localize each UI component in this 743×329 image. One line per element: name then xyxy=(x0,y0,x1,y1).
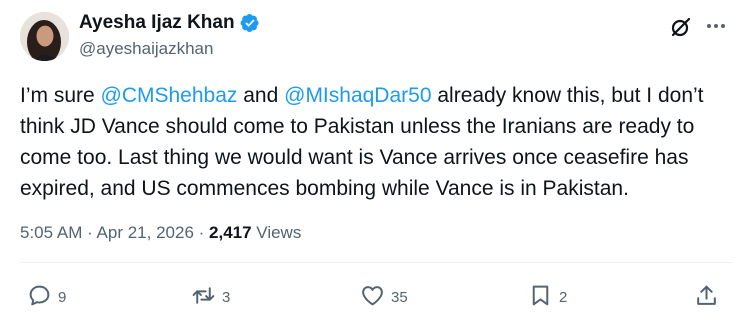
verified-badge-icon xyxy=(240,13,260,33)
tweet-text-part: and xyxy=(237,84,285,107)
views-label: Views xyxy=(256,223,302,242)
mention-link[interactable]: @MIshaqDar50 xyxy=(284,84,431,107)
bookmark-icon xyxy=(528,283,553,312)
action-bar: 9 3 35 2 xyxy=(0,283,743,313)
tweet-date[interactable]: Apr 21, 2026 xyxy=(97,223,194,242)
reply-icon xyxy=(27,283,52,312)
mention-link[interactable]: @CMShehbaz xyxy=(101,84,238,107)
avatar-image xyxy=(20,12,69,61)
like-icon xyxy=(360,283,385,312)
retweet-count: 3 xyxy=(222,289,231,306)
divider xyxy=(20,262,733,263)
meta-separator: · xyxy=(82,223,97,242)
bookmark-button[interactable]: 2 xyxy=(528,283,567,312)
share-button[interactable] xyxy=(694,283,719,312)
tweet-text-part: I’m sure xyxy=(20,84,101,107)
avatar[interactable] xyxy=(20,12,69,61)
reply-count: 9 xyxy=(58,289,67,306)
bookmark-count: 2 xyxy=(559,289,568,306)
tweet-text: I’m sure @CMShehbaz and @MIshaqDar50 alr… xyxy=(20,80,732,204)
retweet-icon xyxy=(191,283,216,312)
retweet-button[interactable]: 3 xyxy=(191,283,230,312)
tweet-time[interactable]: 5:05 AM xyxy=(20,223,82,242)
meta-separator: · xyxy=(193,223,210,242)
share-icon xyxy=(694,283,719,312)
views-count: 2,417 xyxy=(209,223,252,242)
reply-button[interactable]: 9 xyxy=(27,283,66,312)
grok-icon[interactable] xyxy=(668,14,694,40)
author-name-row: Ayesha Ijaz Khan xyxy=(79,11,260,35)
more-icon[interactable] xyxy=(703,13,729,39)
author-handle[interactable]: @ayeshaijazkhan xyxy=(79,38,213,60)
tweet-meta: 5:05 AM · Apr 21, 2026 · 2,417 Views xyxy=(20,222,301,244)
author-display-name[interactable]: Ayesha Ijaz Khan xyxy=(79,11,235,35)
like-count: 35 xyxy=(391,289,408,306)
like-button[interactable]: 35 xyxy=(360,283,408,312)
